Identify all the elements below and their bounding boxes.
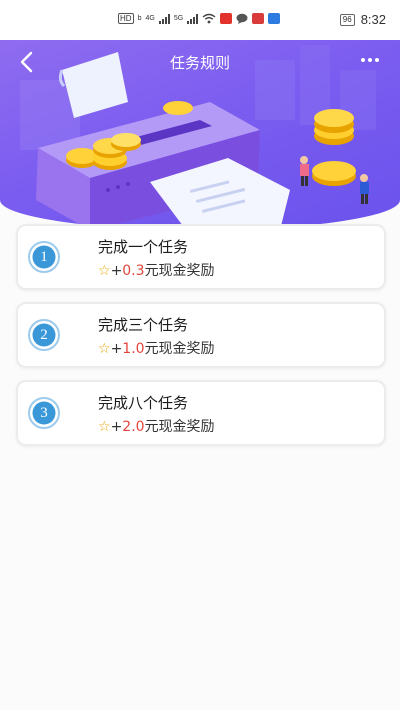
task-reward: ☆+2.0元现金奖励: [98, 416, 215, 436]
wifi-icon: [202, 13, 216, 24]
task-reward: ☆+0.3元现金奖励: [98, 260, 215, 280]
mail-icon: [252, 13, 265, 24]
task-reward: ☆+1.0元现金奖励: [98, 338, 215, 358]
page-title: 任务规则: [169, 54, 230, 72]
reward-suffix: 元现金奖励: [144, 341, 215, 357]
task-rule-card-3: 3 完成八个任务 ☆+2.0元现金奖励: [16, 380, 386, 446]
task-number: 3: [40, 405, 48, 421]
signal-2-label: 5G: [173, 15, 184, 22]
task-title: 完成一个任务: [98, 238, 189, 256]
star-icon: ☆: [98, 341, 111, 357]
app-notification-icon: [220, 13, 233, 24]
task-number: 2: [40, 327, 48, 343]
status-icons-right: 96 8:32: [339, 12, 386, 27]
more-options-icon[interactable]: [358, 50, 382, 70]
status-icons-left: HD b 4G 5G: [118, 13, 281, 24]
clock: 8:32: [360, 12, 386, 27]
reward-prefix: +: [110, 419, 123, 435]
reward-suffix: 元现金奖励: [144, 263, 215, 279]
reward-amount: 1.0: [122, 341, 145, 357]
header-banner: 任务规则: [0, 40, 400, 230]
network-sub-label: b: [137, 15, 142, 22]
star-icon: ☆: [98, 263, 111, 279]
task-title: 完成八个任务: [98, 394, 189, 412]
signal-1-icon: [158, 13, 170, 24]
signal-2-icon: [187, 13, 199, 24]
status-bar: HD b 4G 5G 96 8:32: [0, 0, 400, 40]
star-icon: ☆: [98, 419, 111, 435]
task-title: 完成三个任务: [98, 316, 189, 334]
reward-amount: 0.3: [122, 263, 145, 279]
reward-prefix: +: [110, 341, 123, 357]
task-number: 1: [40, 249, 48, 265]
task-rule-card-1: 1 完成一个任务 ☆+0.3元现金奖励: [16, 224, 386, 290]
reward-amount: 2.0: [122, 419, 145, 435]
battery-indicator: 96: [339, 13, 355, 26]
message-icon: [236, 13, 248, 24]
hd-badge: HD: [118, 13, 134, 24]
task-rule-card-2: 2 完成三个任务 ☆+1.0元现金奖励: [16, 302, 386, 368]
browser-icon: [268, 13, 281, 24]
reward-prefix: +: [110, 263, 123, 279]
signal-1-label: 4G: [145, 15, 155, 22]
reward-suffix: 元现金奖励: [144, 419, 215, 435]
